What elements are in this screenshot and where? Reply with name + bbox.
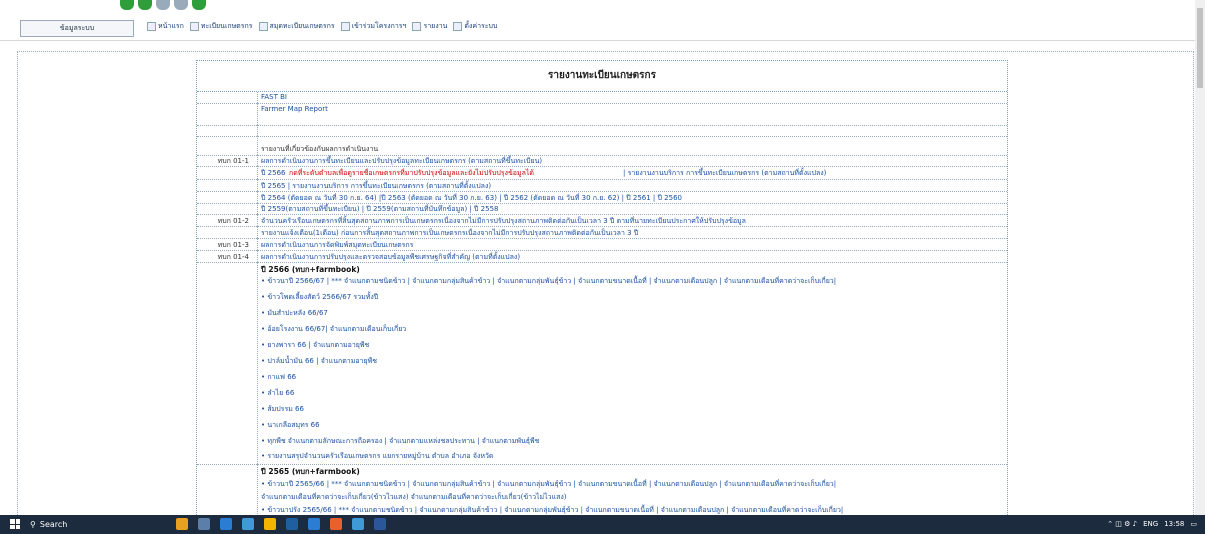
table-row: รายงานที่เกี่ยวข้องกับผลการดำเนินงาน: [197, 136, 1007, 156]
search-label: Search: [39, 520, 68, 529]
notification-icon[interactable]: ▭: [1190, 517, 1197, 532]
app-logo-icons: [120, 0, 206, 10]
year-heading: ปี 2565 (ทบก+farmbook): [261, 467, 360, 476]
list-item[interactable]: • ข้าวนาปี 2566/67 | *** จำแนกตามชนิดข้า…: [261, 276, 836, 287]
top-strip: [0, 0, 1195, 14]
app-icon[interactable]: [308, 518, 320, 530]
search-icon: ⚲: [30, 520, 36, 529]
language-indicator[interactable]: ENG: [1143, 517, 1158, 532]
list-item[interactable]: • นาเกลือสมุทร 66: [261, 420, 320, 431]
clock[interactable]: 13:58: [1164, 517, 1184, 532]
menu-item-reports[interactable]: รายงาน: [412, 21, 447, 32]
menu-item-home[interactable]: หน้าแรก: [147, 21, 184, 32]
list-item[interactable]: • ทุกพืช จำแนกตามลักษณะการถือครอง | จำแน…: [261, 436, 539, 447]
list-item[interactable]: • ส้มปรรม 66: [261, 404, 304, 415]
menu-label: เข้าร่วมโครงการฯ: [351, 22, 407, 30]
menu-item-register[interactable]: ทะเบียนเกษตรกร: [189, 21, 253, 32]
main-menu: หน้าแรก ทะเบียนเกษตรกร สมุดทะเบียนเกษตรก…: [147, 21, 497, 32]
chrome-icon[interactable]: [264, 518, 276, 530]
list-item[interactable]: • รายงานสรุปจำนวนครัวเรือนเกษตรกร แยกราย…: [261, 451, 493, 462]
list-item[interactable]: • กาแฟ 66: [261, 372, 296, 383]
list-item[interactable]: • ลำไย 66: [261, 388, 294, 399]
menu-item-settings[interactable]: ตั้งค่าระบบ: [453, 21, 497, 32]
list-item[interactable]: • อ้อยโรงงาน 66/67| จำแนกตามเดือนเก็บเกี…: [261, 324, 406, 335]
list-item[interactable]: • ข้าวนาปี 2565/66 | *** จำแนกตามชนิดข้า…: [261, 479, 836, 490]
menu-label: สมุดทะเบียนเกษตรกร: [269, 22, 335, 30]
table-row: ปี 2565 (ทบก+farmbook) • ข้าวนาปี 2565/6…: [197, 464, 1007, 522]
scrollbar-thumb[interactable]: [1197, 8, 1203, 88]
menu-label: หน้าแรก: [158, 22, 184, 30]
green-shape-icon: [192, 0, 206, 10]
menu-item-projects[interactable]: เข้าร่วมโครงการฯ: [340, 21, 407, 32]
menu-box-icon: [189, 22, 199, 31]
menu-label: รายงาน: [423, 22, 448, 30]
green-shape-icon: [120, 0, 134, 10]
list-item[interactable]: จำแนกตามเดือนที่คาดว่าจะเก็บเกี่ยว(ข้าวไ…: [261, 492, 567, 503]
fast-bi-link[interactable]: FAST BI: [261, 93, 287, 101]
menu-item-book[interactable]: สมุดทะเบียนเกษตรกร: [258, 21, 335, 32]
taskbar: ⚲ Search ⌃ ◫ ⚙ ♪ ENG 13:58 ▭: [0, 515, 1205, 534]
alert-link[interactable]: กดที่ระดับตำบลเพื่อดูรายชื่อเกษตรกรที่มา…: [289, 168, 534, 179]
grey-shape-icon: [174, 0, 188, 10]
system-info-button[interactable]: ข้อมูลระบบ: [20, 20, 134, 37]
report-panel: รายงานทะเบียนเกษตรกร FAST BI Farmer Map …: [196, 60, 1008, 523]
system-tray: ⌃ ◫ ⚙ ♪ ENG 13:58 ▭: [1107, 517, 1197, 532]
app-icon[interactable]: [286, 518, 298, 530]
app-icon[interactable]: [220, 518, 232, 530]
app-icon[interactable]: [352, 518, 364, 530]
vertical-scrollbar[interactable]: [1195, 0, 1205, 515]
farmer-map-link[interactable]: Farmer Map Report: [261, 105, 328, 113]
menu-box-icon: [340, 22, 350, 31]
menu-box-icon: [412, 22, 422, 31]
service-report-link[interactable]: | รายงานงานบริการ การขึ้นทะเบียนเกษตรกร …: [623, 168, 826, 179]
table-row: ปี 2566 (ทบก+farmbook) • ข้าวนาปี 2566/6…: [197, 262, 1007, 465]
list-item[interactable]: • ยางพารา 66 | จำแนกตามอายุพืช: [261, 340, 369, 351]
list-item[interactable]: • ข้าวโพดเลี้ยงสัตว์ 2566/67 รวมทั้งปี: [261, 292, 378, 303]
year-link[interactable]: ปี 2566: [261, 168, 285, 179]
year-heading: ปี 2566 (ทบก+farmbook): [261, 265, 360, 274]
section-heading: รายงานที่เกี่ยวข้องกับผลการดำเนินงาน: [261, 145, 379, 153]
menu-label: ทะเบียนเกษตรกร: [200, 22, 253, 30]
table-row: ปี 2566 กดที่ระดับตำบลเพื่อดูรายชื่อเกษต…: [197, 166, 1007, 180]
app-icon[interactable]: [176, 518, 188, 530]
task-view-icon[interactable]: [198, 518, 210, 530]
tray-icons[interactable]: ⌃ ◫ ⚙ ♪: [1107, 517, 1137, 532]
green-shape-icon: [138, 0, 152, 10]
menu-box-icon: [258, 22, 268, 31]
windows-start-icon[interactable]: [10, 519, 20, 529]
app-icon[interactable]: [330, 518, 342, 530]
taskbar-apps: [176, 518, 386, 530]
list-item[interactable]: • ปาล์มน้ำมัน 66 | จำแนกตามอายุพืช: [261, 356, 377, 367]
menu-box-icon: [453, 22, 463, 31]
edge-icon[interactable]: [242, 518, 254, 530]
menu-label: ตั้งค่าระบบ: [464, 22, 498, 30]
word-icon[interactable]: [374, 518, 386, 530]
taskbar-search[interactable]: ⚲ Search: [30, 517, 150, 532]
table-row: Farmer Map Report: [197, 103, 1007, 126]
menu-box-icon: [147, 22, 156, 31]
grey-shape-icon: [156, 0, 170, 10]
list-item[interactable]: • มันสำปะหลัง 66/67: [261, 308, 328, 319]
page-title: รายงานทะเบียนเกษตรกร: [197, 61, 1007, 92]
